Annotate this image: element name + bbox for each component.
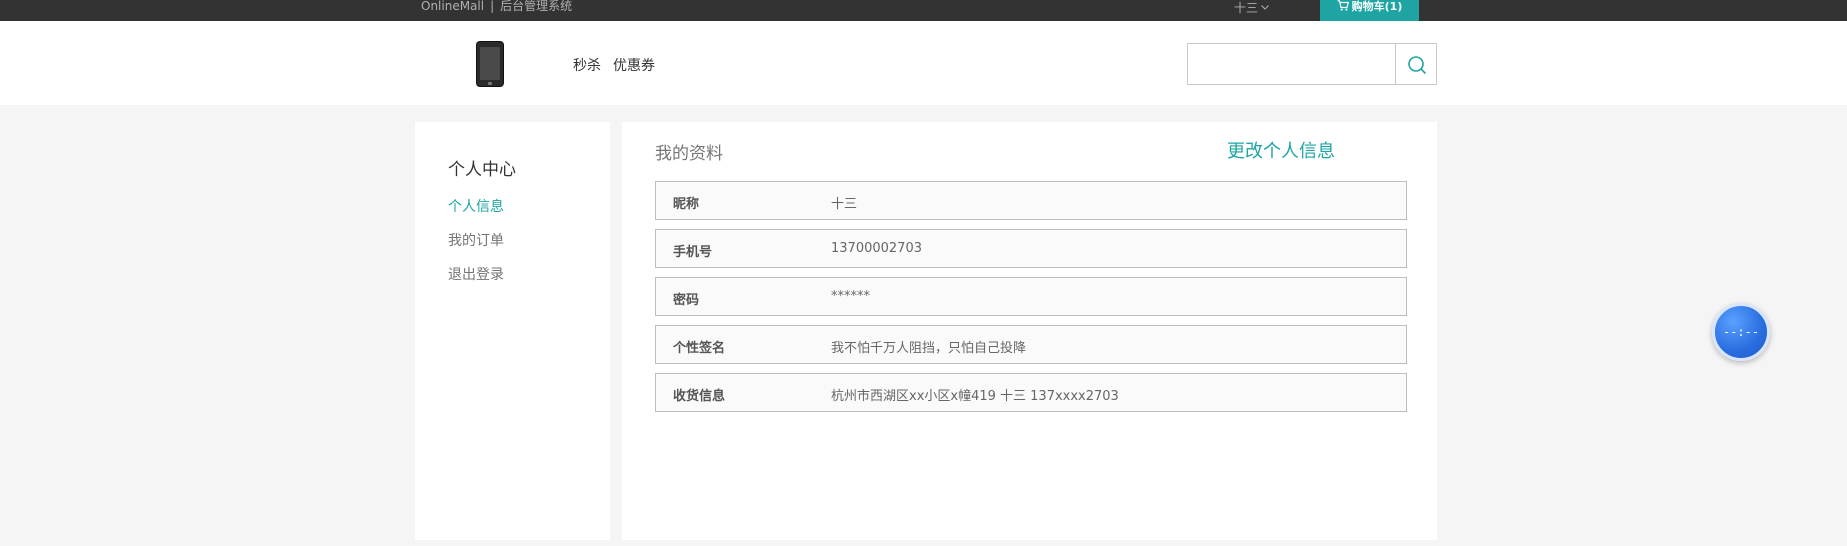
row-label: 个性签名	[673, 341, 726, 356]
info-row-nickname: 昵称 十三	[655, 181, 1407, 220]
brand-separator: |	[490, 0, 495, 13]
sidebar: 个人中心 个人信息 我的订单 退出登录	[415, 122, 610, 540]
nav-seckill[interactable]: 秒杀	[573, 57, 601, 73]
brand-name[interactable]: OnlineMall	[421, 0, 484, 13]
info-row-password: 密码 ******	[655, 277, 1407, 316]
info-row-address: 收货信息 杭州市西湖区xx小区x幢419 十三 137xxxx2703	[655, 373, 1407, 412]
header: 秒杀 优惠券	[0, 21, 1847, 105]
row-label: 收货信息	[673, 389, 726, 404]
sidebar-item-orders[interactable]: 我的订单	[448, 230, 504, 250]
sidebar-item-profile[interactable]: 个人信息	[448, 196, 504, 216]
profile-panel: 我的资料 更改个人信息 昵称 十三 手机号 13700002703 密码 ***…	[622, 122, 1437, 540]
info-row-signature: 个性签名 我不怕千万人阻挡，只怕自己投降	[655, 325, 1407, 364]
row-label: 密码	[673, 293, 700, 308]
info-row-phone: 手机号 13700002703	[655, 229, 1407, 268]
search-input[interactable]	[1187, 43, 1396, 85]
cart-label: 购物车(1)	[1351, 0, 1403, 13]
main-nav: 秒杀 优惠券	[573, 55, 667, 75]
floating-clock-widget[interactable]: --:--	[1712, 303, 1770, 361]
admin-link[interactable]: 后台管理系统	[500, 0, 572, 13]
row-value: ******	[831, 289, 870, 304]
username[interactable]: 十三	[1234, 1, 1258, 15]
top-bar: OnlineMall | 后台管理系统 十三 购物车(1)	[0, 0, 1847, 21]
row-label: 昵称	[673, 197, 700, 212]
site-brand[interactable]: OnlineMall | 后台管理系统	[421, 0, 572, 21]
row-value: 13700002703	[831, 241, 922, 256]
sidebar-item-logout[interactable]: 退出登录	[448, 264, 504, 284]
page-title: 我的资料	[655, 144, 723, 164]
cart-icon	[1337, 0, 1349, 11]
edit-profile-link[interactable]: 更改个人信息	[1227, 137, 1335, 163]
cart-button[interactable]: 购物车(1)	[1320, 0, 1419, 21]
search-icon	[1408, 56, 1427, 75]
phone-icon[interactable]	[476, 41, 504, 87]
row-value: 我不怕千万人阻挡，只怕自己投降	[831, 341, 1027, 356]
row-value: 杭州市西湖区xx小区x幢419 十三 137xxxx2703	[831, 389, 1119, 404]
row-value: 十三	[831, 197, 858, 212]
sidebar-title: 个人中心	[448, 160, 516, 180]
row-label: 手机号	[673, 245, 713, 260]
user-menu[interactable]: 十三	[1234, 0, 1269, 14]
nav-coupons[interactable]: 优惠券	[613, 57, 655, 73]
chevron-down-icon	[1261, 0, 1269, 12]
search-button[interactable]	[1395, 43, 1437, 85]
